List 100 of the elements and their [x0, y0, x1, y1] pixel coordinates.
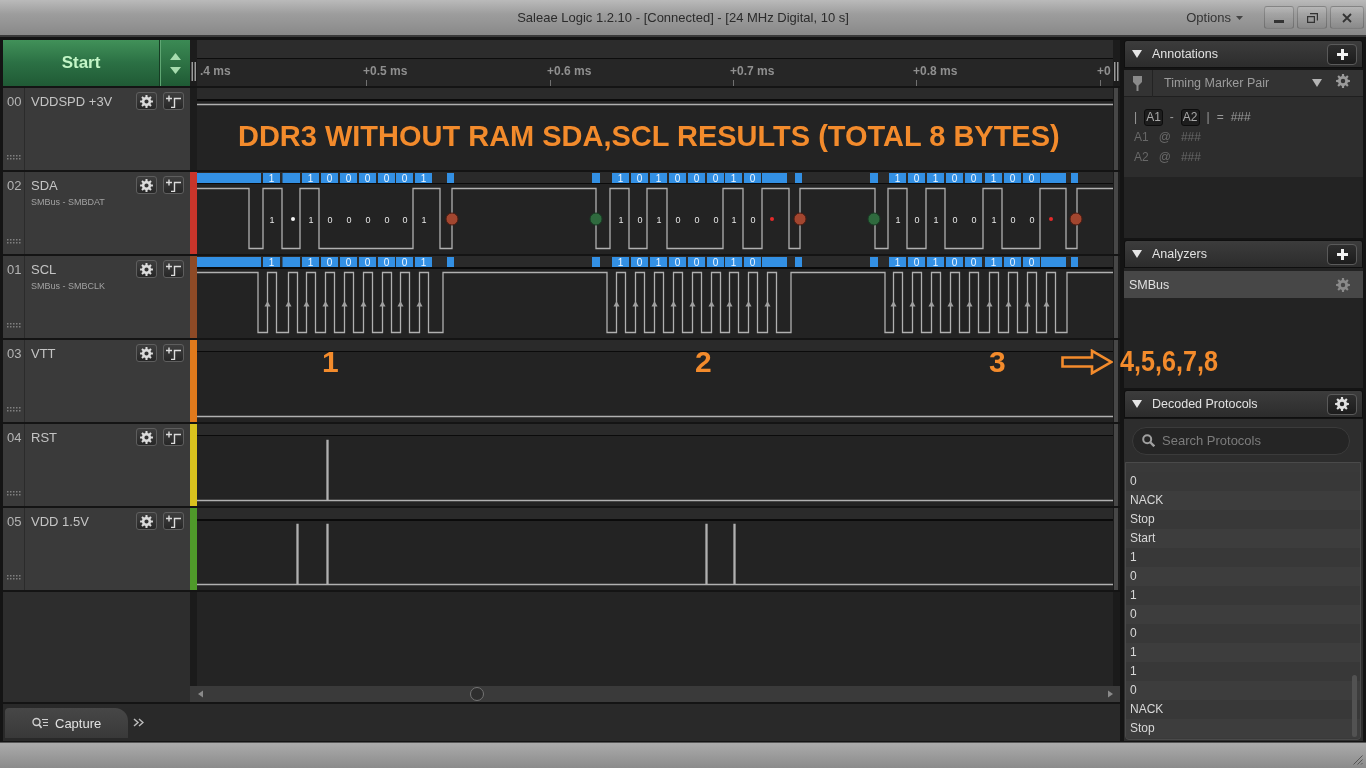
search-field[interactable]: Search Protocols	[1132, 426, 1350, 455]
trigger-button[interactable]	[163, 260, 184, 278]
channel-number: 02	[7, 179, 22, 193]
tick-label: +0	[1097, 64, 1111, 78]
scrollbar-thumb[interactable]	[1352, 675, 1357, 737]
workspace-tab[interactable]: Capture	[5, 708, 128, 738]
double-chevron-icon	[133, 718, 144, 727]
decoded-bit: 1	[985, 172, 1002, 184]
grip-icon	[7, 323, 21, 328]
decoded-bit: 0	[946, 172, 963, 184]
channel-settings-button[interactable]	[136, 260, 157, 278]
bit-value: 1	[933, 214, 939, 225]
channel-name: VTT	[31, 345, 57, 361]
ruler-handle-icon[interactable]	[191, 62, 196, 81]
horizontal-scrollbar[interactable]	[190, 686, 1120, 702]
pin-icon	[1133, 75, 1142, 91]
trigger-button[interactable]	[163, 512, 184, 530]
marker-chip[interactable]: A2	[1180, 108, 1200, 126]
decoded-bit: 0	[396, 172, 413, 184]
group-number: 2	[695, 347, 712, 377]
restore-button[interactable]	[1297, 6, 1327, 29]
decode-bar	[1071, 173, 1078, 183]
trigger-edge-icon	[166, 262, 181, 276]
arrow-icon	[1061, 349, 1113, 375]
resize-grip-icon	[1353, 755, 1363, 765]
stepper-button[interactable]	[160, 40, 190, 86]
channel-number: 01	[7, 263, 22, 277]
channel-settings-button[interactable]	[136, 344, 157, 362]
decoded-bit: 0	[707, 256, 724, 268]
ruler-handle-icon[interactable]	[1114, 62, 1119, 81]
channel-settings-button[interactable]	[136, 428, 157, 446]
bit-value: 0	[1010, 214, 1016, 225]
decoded-bit: 1	[889, 172, 906, 184]
gear-icon	[1335, 397, 1349, 411]
channel-name: SDA	[31, 177, 59, 193]
start-marker-icon	[589, 212, 603, 226]
rising-edge-icon	[632, 301, 639, 307]
tick-label: +0.7 ms	[730, 64, 775, 78]
add-button[interactable]	[1327, 43, 1357, 65]
rising-edge-icon	[670, 301, 677, 307]
decoded-bit: 1	[650, 172, 667, 184]
caret-icon	[1236, 15, 1243, 20]
plus-icon	[1336, 248, 1348, 260]
decoded-bit: 0	[340, 256, 357, 268]
scroll-thumb[interactable]	[470, 687, 484, 701]
decoded-bit: 1	[889, 256, 906, 268]
rising-edge-icon	[303, 301, 310, 307]
channel-name: SCL	[31, 261, 58, 277]
decode-bar	[197, 173, 261, 183]
channel-settings-button[interactable]	[136, 176, 157, 194]
channel-number: 04	[7, 431, 22, 445]
collapse-triangle-icon[interactable]	[1132, 400, 1142, 408]
capture-icon	[32, 717, 48, 729]
tick-label: +0.8 ms	[913, 64, 958, 78]
bit-value: 1	[731, 214, 737, 225]
decoded-bit: 1	[415, 172, 432, 184]
rising-edge-icon	[947, 301, 954, 307]
trigger-edge-icon	[166, 94, 181, 108]
decoded-bit: 1	[612, 256, 629, 268]
decoded-bit: 1	[302, 256, 319, 268]
start-button[interactable]: Start	[3, 40, 160, 86]
decoded-bit: 0	[396, 256, 413, 268]
scroll-left-icon[interactable]	[198, 690, 203, 698]
measurement-value: ###	[1180, 130, 1201, 144]
gear-icon	[140, 94, 153, 108]
more-tabs-button[interactable]	[133, 718, 144, 727]
marker-chip[interactable]: A1	[1144, 108, 1163, 126]
bit-value: 1	[618, 214, 624, 225]
add-button[interactable]	[1327, 243, 1357, 265]
bit-value: 0	[952, 214, 958, 225]
decoded-bit: 0	[669, 256, 686, 268]
trigger-button[interactable]	[163, 176, 184, 194]
channel-settings-button[interactable]	[136, 512, 157, 530]
gear-icon	[1336, 277, 1350, 292]
decoded-bit: 0	[1004, 172, 1021, 184]
measurement-value: ###	[1230, 110, 1251, 124]
trigger-button[interactable]	[163, 92, 184, 110]
decoded-bit: 1	[725, 172, 742, 184]
close-button[interactable]	[1330, 6, 1364, 29]
collapse-triangle-icon[interactable]	[1132, 50, 1142, 58]
up-arrow-icon	[170, 52, 181, 60]
annotation-type-dropdown[interactable]: Timing Marker Pair	[1163, 72, 1322, 94]
trigger-button[interactable]	[163, 344, 184, 362]
abs-bar-symbol: |	[1206, 110, 1210, 124]
collapse-triangle-icon[interactable]	[1132, 250, 1142, 258]
options-menu[interactable]: Options	[1184, 7, 1245, 28]
channel-settings-button[interactable]	[136, 92, 157, 110]
bit-value: 1	[895, 214, 901, 225]
rising-edge-icon	[416, 301, 423, 307]
decoded-bit: 0	[359, 256, 376, 268]
decoded-bit: 0	[359, 172, 376, 184]
rising-edge-icon	[764, 301, 771, 307]
trigger-edge-icon	[166, 430, 181, 444]
decode-bar	[197, 257, 261, 267]
trigger-button[interactable]	[163, 428, 184, 446]
analyzer-item[interactable]: SMBus	[1124, 271, 1363, 298]
decode-bar	[795, 257, 802, 267]
minimize-button[interactable]	[1264, 6, 1294, 29]
scroll-right-icon[interactable]	[1108, 690, 1113, 698]
settings-button[interactable]	[1327, 393, 1357, 415]
